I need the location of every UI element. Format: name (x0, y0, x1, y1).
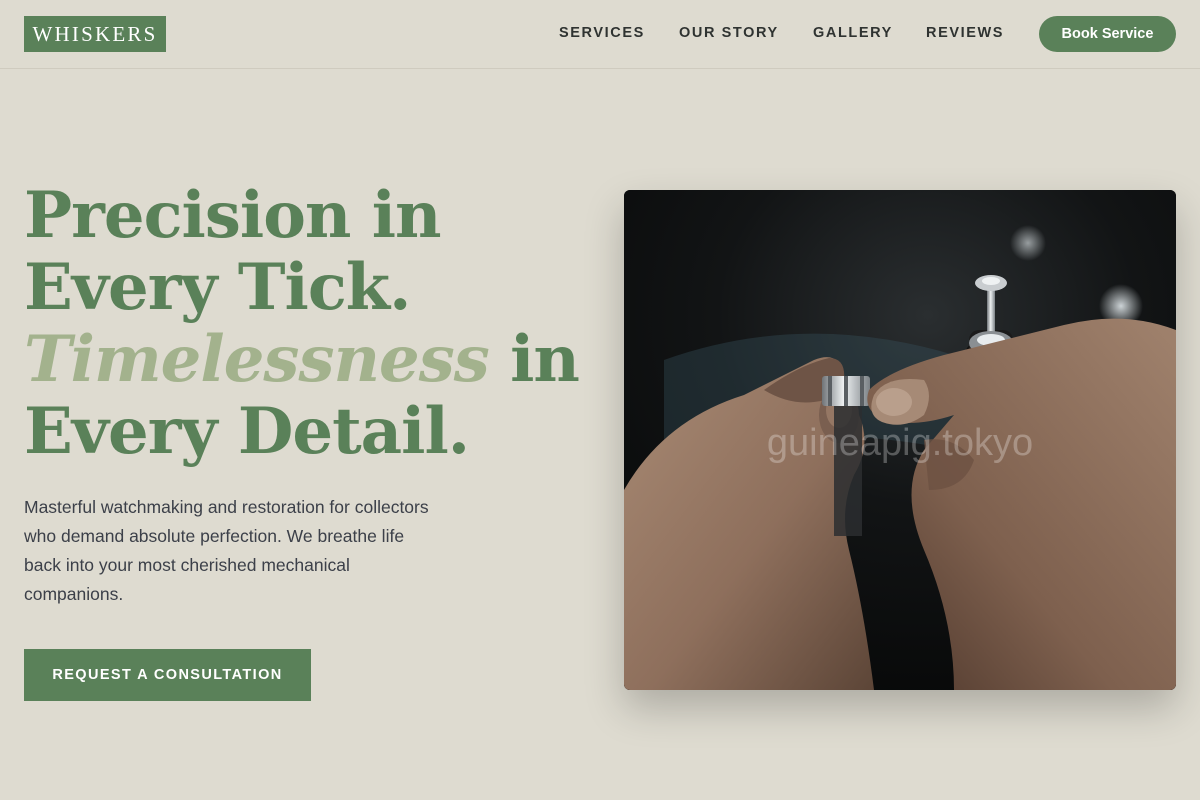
site-header: WHISKERS SERVICES OUR STORY GALLERY REVI… (0, 0, 1200, 69)
headline-line-3-rest: in (488, 322, 580, 397)
headline-line-4: Every Detail. (24, 394, 470, 469)
nav-gallery[interactable]: GALLERY (813, 24, 893, 42)
nav-reviews[interactable]: REVIEWS (926, 24, 1004, 42)
landing-page: WHISKERS SERVICES OUR STORY GALLERY REVI… (0, 0, 1200, 800)
nav-our-story[interactable]: OUR STORY (679, 24, 779, 42)
headline-line-1: Precision in (24, 178, 442, 253)
hero-headline: Precision in Every Tick. Timelessness in… (24, 180, 584, 468)
photo-illustration: guineapig.tokyo (624, 190, 1176, 690)
main-nav: SERVICES OUR STORY GALLERY REVIEWS (0, 24, 1200, 44)
headline-accent: Timelessness (24, 322, 490, 397)
headline-line-3: Timelessness in (24, 324, 584, 396)
request-consultation-button[interactable]: REQUEST A CONSULTATION (24, 649, 311, 701)
photo-watermark: guineapig.tokyo (767, 422, 1033, 464)
hero-description: Masterful watchmaking and restoration fo… (24, 497, 429, 604)
headline-line-2: Every Tick. (24, 250, 411, 325)
book-service-button[interactable]: Book Service (1039, 16, 1176, 52)
watch-repair-photo: guineapig.tokyo (624, 190, 1176, 690)
nav-services[interactable]: SERVICES (559, 24, 645, 42)
